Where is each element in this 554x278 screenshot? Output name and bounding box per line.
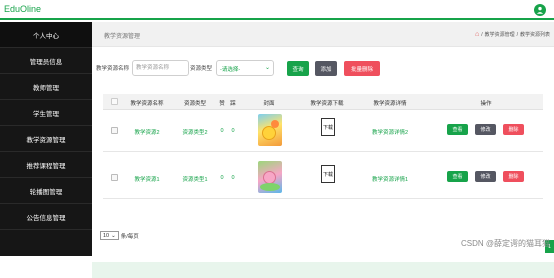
column-header-type: 资源类型 xyxy=(183,101,207,107)
sidebar-item-label: 教师管理 xyxy=(33,84,59,92)
pagination: 10 ⌄ 条/每页 xyxy=(100,231,139,240)
page-title: 教学资源管理 xyxy=(104,34,141,40)
sidebar-item-admin-info[interactable]: 管理员信息 xyxy=(0,48,92,74)
brand-logo-text: EduOline xyxy=(4,4,42,14)
sidebar-item-label: 轮播图管理 xyxy=(29,188,63,196)
resource-type-select[interactable]: -请选择- ⌄ xyxy=(216,60,274,76)
resource-type-label: 资源类型 xyxy=(190,66,213,72)
resource-name-label: 教学资源名称 xyxy=(96,66,130,72)
download-link[interactable]: 下载 xyxy=(321,118,335,136)
view-button[interactable]: 查看 xyxy=(447,124,468,135)
column-header-likes: 赞 xyxy=(219,101,225,107)
sidebar-item-personal-center[interactable]: 个人中心 xyxy=(0,22,92,48)
delete-button[interactable]: 删除 xyxy=(503,171,524,182)
footer-band xyxy=(92,262,554,278)
sidebar-item-label: 公告信息管理 xyxy=(26,214,66,222)
chevron-down-icon: ⌄ xyxy=(111,232,116,239)
top-bar: EduOline xyxy=(0,0,554,20)
column-header-dislikes: 踩 xyxy=(230,101,236,107)
resource-type-selected-value: -请选择- xyxy=(220,67,241,73)
sidebar-item-student-management[interactable]: 学生管理 xyxy=(0,100,92,126)
download-link[interactable]: 下载 xyxy=(321,165,335,183)
view-button[interactable]: 查看 xyxy=(447,171,468,182)
resource-name-cell: 教学资源1 xyxy=(134,177,160,183)
sidebar: 个人中心 管理员信息 教师管理 学生管理 教学资源管理 推荐课程管理 轮播图管理… xyxy=(0,22,92,256)
sidebar-item-label: 个人中心 xyxy=(33,32,59,40)
chevron-down-icon: ⌄ xyxy=(264,65,270,71)
main-content: 教学资源管理 ⌂ / 教学资源管理 / 教学资源列表 教学资源名称 资源类型 -… xyxy=(92,22,554,278)
sidebar-item-label: 推荐课程管理 xyxy=(26,162,66,170)
cover-image xyxy=(258,114,282,146)
table-row: 教学资源1 资源类型1 0 0 下载 教学资源详情1 查看 修改 删除 xyxy=(103,157,543,199)
likes-cell: 0 xyxy=(220,128,224,134)
resource-name-cell: 教学资源2 xyxy=(134,130,160,136)
breadcrumb-item-current: 教学资源列表 xyxy=(519,32,550,38)
sidebar-item-label: 教学资源管理 xyxy=(26,136,66,144)
likes-cell: 0 xyxy=(220,175,224,181)
sidebar-item-announcement-management[interactable]: 公告信息管理 xyxy=(0,204,92,230)
resource-type-cell: 资源类型2 xyxy=(182,130,208,136)
resource-detail-cell: 教学资源详情2 xyxy=(371,130,409,136)
query-button[interactable]: 查询 xyxy=(287,61,309,76)
resource-name-input[interactable] xyxy=(132,60,189,76)
sidebar-item-carousel-management[interactable]: 轮播图管理 xyxy=(0,178,92,204)
dislikes-cell: 0 xyxy=(231,128,235,134)
breadcrumb-item[interactable]: 教学资源管理 xyxy=(485,31,515,38)
page-size-value: 10 xyxy=(103,232,110,239)
batch-delete-button[interactable]: 批量删除 xyxy=(344,61,380,76)
home-icon[interactable]: ⌂ xyxy=(475,31,479,38)
sidebar-item-course-recommendation[interactable]: 推荐课程管理 xyxy=(0,152,92,178)
sidebar-item-label: 管理员信息 xyxy=(29,58,63,66)
page-size-suffix: 条/每页 xyxy=(120,233,139,240)
resource-type-cell: 资源类型1 xyxy=(182,177,208,183)
sidebar-item-label: 学生管理 xyxy=(33,110,59,118)
page-size-select[interactable]: 10 ⌄ xyxy=(100,231,119,240)
watermark: CSDN @薛定谔的猫耳猫 xyxy=(460,239,550,248)
select-all-checkbox[interactable] xyxy=(111,98,118,105)
dislikes-cell: 0 xyxy=(231,175,235,181)
row-checkbox[interactable] xyxy=(111,127,118,134)
table-row: 教学资源2 资源类型2 0 0 下载 教学资源详情2 查看 修改 删除 xyxy=(103,110,543,152)
search-bar: 教学资源名称 资源类型 -请选择- ⌄ 查询 添加 批量删除 xyxy=(92,59,554,77)
resource-table: 教学资源名称 资源类型 赞 踩 封面 教学资源下载 教学资源详情 操作 教学资源… xyxy=(103,94,543,219)
edit-button[interactable]: 修改 xyxy=(475,124,496,135)
title-bar: 教学资源管理 ⌂ / 教学资源管理 / 教学资源列表 xyxy=(92,22,554,47)
column-header-detail: 教学资源详情 xyxy=(373,101,407,107)
sidebar-item-teacher-management[interactable]: 教师管理 xyxy=(0,74,92,100)
column-header-cover: 封面 xyxy=(263,101,275,107)
table-header: 教学资源名称 资源类型 赞 踩 封面 教学资源下载 教学资源详情 操作 xyxy=(103,94,543,110)
breadcrumb-separator: / xyxy=(516,31,518,38)
column-header-actions: 操作 xyxy=(480,101,492,107)
row-checkbox[interactable] xyxy=(111,174,118,181)
user-avatar-icon[interactable] xyxy=(534,4,546,16)
add-button[interactable]: 添加 xyxy=(315,61,337,76)
delete-button[interactable]: 删除 xyxy=(503,124,524,135)
edit-button[interactable]: 修改 xyxy=(475,171,496,182)
column-header-download: 教学资源下载 xyxy=(310,101,344,107)
breadcrumb: ⌂ / 教学资源管理 / 教学资源列表 xyxy=(475,31,550,38)
column-header-name: 教学资源名称 xyxy=(130,101,164,107)
sidebar-item-resource-management[interactable]: 教学资源管理 xyxy=(0,126,92,152)
cover-image xyxy=(258,161,282,193)
resource-detail-cell: 教学资源详情1 xyxy=(371,177,409,183)
breadcrumb-separator: / xyxy=(481,31,483,38)
